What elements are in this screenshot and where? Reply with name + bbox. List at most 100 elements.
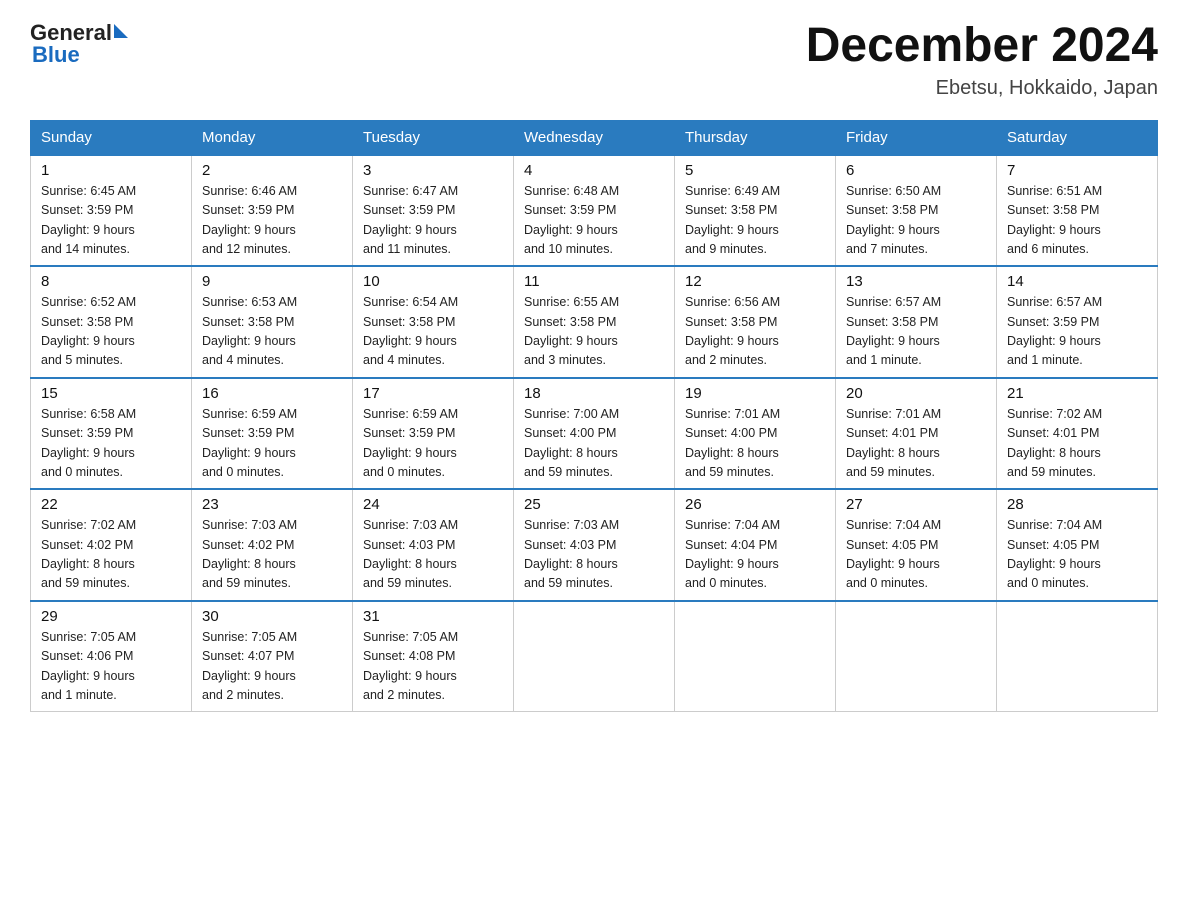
day-number: 25 <box>524 496 664 513</box>
header-monday: Monday <box>192 120 353 155</box>
day-number: 14 <box>1007 273 1147 290</box>
calendar-day-cell: 23 Sunrise: 7:03 AMSunset: 4:02 PMDayligh… <box>192 489 353 601</box>
day-number: 24 <box>363 496 503 513</box>
calendar-day-cell: 4Sunrise: 6:48 AMSunset: 3:59 PMDaylight… <box>514 155 675 267</box>
day-number: 7 <box>1007 162 1147 179</box>
calendar-day-cell: 6 Sunrise: 6:50 AMSunset: 3:58 PMDaylight… <box>836 155 997 267</box>
day-number: 23 <box>202 496 342 513</box>
day-number: 16 <box>202 385 342 402</box>
day-number: 31 <box>363 608 503 625</box>
day-number: 17 <box>363 385 503 402</box>
day-info: Sunrise: 7:03 AMSunset: 4:03 PMDaylight:… <box>363 516 503 594</box>
month-title: December 2024 <box>806 20 1158 73</box>
day-info: Sunrise: 6:59 AMSunset: 3:59 PMDaylight:… <box>202 405 342 483</box>
header-sunday: Sunday <box>31 120 192 155</box>
day-info: Sunrise: 7:04 AMSunset: 4:05 PMDaylight:… <box>846 516 986 594</box>
title-area: December 2024 Ebetsu, Hokkaido, Japan <box>806 20 1158 100</box>
calendar-day-cell: 19Sunrise: 7:01 AMSunset: 4:00 PMDayligh… <box>675 378 836 490</box>
day-number: 1 <box>41 162 181 179</box>
day-info: Sunrise: 7:02 AMSunset: 4:01 PMDaylight:… <box>1007 405 1147 483</box>
day-info: Sunrise: 6:58 AMSunset: 3:59 PMDaylight:… <box>41 405 181 483</box>
day-info: Sunrise: 6:56 AMSunset: 3:58 PMDaylight:… <box>685 293 825 371</box>
day-number: 29 <box>41 608 181 625</box>
day-info: Sunrise: 6:54 AMSunset: 3:58 PMDaylight:… <box>363 293 503 371</box>
day-info: Sunrise: 7:03 AMSunset: 4:03 PMDaylight:… <box>524 516 664 594</box>
day-number: 20 <box>846 385 986 402</box>
calendar-day-cell: 17Sunrise: 6:59 AMSunset: 3:59 PMDayligh… <box>353 378 514 490</box>
day-info: Sunrise: 6:50 AMSunset: 3:58 PMDaylight:… <box>846 182 986 260</box>
logo-triangle-icon <box>114 24 128 38</box>
calendar-empty-cell <box>514 601 675 712</box>
calendar-day-cell: 5 Sunrise: 6:49 AMSunset: 3:58 PMDaylight… <box>675 155 836 267</box>
day-info: Sunrise: 7:02 AMSunset: 4:02 PMDaylight:… <box>41 516 181 594</box>
calendar-day-cell: 29 Sunrise: 7:05 AMSunset: 4:06 PMDayligh… <box>31 601 192 712</box>
day-info: Sunrise: 7:01 AMSunset: 4:01 PMDaylight:… <box>846 405 986 483</box>
calendar-week-row: 15 Sunrise: 6:58 AMSunset: 3:59 PMDayligh… <box>31 378 1158 490</box>
calendar-day-cell: 13 Sunrise: 6:57 AMSunset: 3:58 PMDayligh… <box>836 266 997 378</box>
calendar-week-row: 8 Sunrise: 6:52 AMSunset: 3:58 PMDaylight… <box>31 266 1158 378</box>
day-number: 5 <box>685 162 825 179</box>
day-number: 4 <box>524 162 664 179</box>
day-info: Sunrise: 6:51 AMSunset: 3:58 PMDaylight:… <box>1007 182 1147 260</box>
day-info: Sunrise: 7:05 AMSunset: 4:06 PMDaylight:… <box>41 628 181 706</box>
calendar-day-cell: 27 Sunrise: 7:04 AMSunset: 4:05 PMDayligh… <box>836 489 997 601</box>
logo-blue: Blue <box>32 42 80 68</box>
day-info: Sunrise: 7:04 AMSunset: 4:04 PMDaylight:… <box>685 516 825 594</box>
day-info: Sunrise: 6:46 AMSunset: 3:59 PMDaylight:… <box>202 182 342 260</box>
location-subtitle: Ebetsu, Hokkaido, Japan <box>806 77 1158 100</box>
day-info: Sunrise: 6:53 AMSunset: 3:58 PMDaylight:… <box>202 293 342 371</box>
calendar-day-cell: 20 Sunrise: 7:01 AMSunset: 4:01 PMDayligh… <box>836 378 997 490</box>
day-number: 13 <box>846 273 986 290</box>
header-saturday: Saturday <box>997 120 1158 155</box>
day-info: Sunrise: 6:45 AMSunset: 3:59 PMDaylight:… <box>41 182 181 260</box>
calendar-day-cell: 12 Sunrise: 6:56 AMSunset: 3:58 PMDayligh… <box>675 266 836 378</box>
day-number: 27 <box>846 496 986 513</box>
day-info: Sunrise: 7:05 AMSunset: 4:08 PMDaylight:… <box>363 628 503 706</box>
calendar-table: SundayMondayTuesdayWednesdayThursdayFrid… <box>30 120 1158 713</box>
calendar-day-cell: 10Sunrise: 6:54 AMSunset: 3:58 PMDayligh… <box>353 266 514 378</box>
calendar-week-row: 1 Sunrise: 6:45 AMSunset: 3:59 PMDaylight… <box>31 155 1158 267</box>
day-number: 15 <box>41 385 181 402</box>
calendar-empty-cell <box>675 601 836 712</box>
day-info: Sunrise: 6:52 AMSunset: 3:58 PMDaylight:… <box>41 293 181 371</box>
calendar-week-row: 22 Sunrise: 7:02 AMSunset: 4:02 PMDayligh… <box>31 489 1158 601</box>
day-info: Sunrise: 6:49 AMSunset: 3:58 PMDaylight:… <box>685 182 825 260</box>
header-thursday: Thursday <box>675 120 836 155</box>
calendar-day-cell: 8 Sunrise: 6:52 AMSunset: 3:58 PMDaylight… <box>31 266 192 378</box>
calendar-day-cell: 30Sunrise: 7:05 AMSunset: 4:07 PMDayligh… <box>192 601 353 712</box>
day-number: 2 <box>202 162 342 179</box>
calendar-day-cell: 24 Sunrise: 7:03 AMSunset: 4:03 PMDayligh… <box>353 489 514 601</box>
page-header: General Blue December 2024 Ebetsu, Hokka… <box>30 20 1158 100</box>
day-info: Sunrise: 7:00 AMSunset: 4:00 PMDaylight:… <box>524 405 664 483</box>
calendar-day-cell: 16 Sunrise: 6:59 AMSunset: 3:59 PMDayligh… <box>192 378 353 490</box>
day-number: 8 <box>41 273 181 290</box>
day-info: Sunrise: 7:04 AMSunset: 4:05 PMDaylight:… <box>1007 516 1147 594</box>
day-number: 6 <box>846 162 986 179</box>
day-number: 18 <box>524 385 664 402</box>
header-friday: Friday <box>836 120 997 155</box>
day-info: Sunrise: 6:47 AMSunset: 3:59 PMDaylight:… <box>363 182 503 260</box>
day-number: 21 <box>1007 385 1147 402</box>
day-info: Sunrise: 7:03 AMSunset: 4:02 PMDaylight:… <box>202 516 342 594</box>
day-number: 12 <box>685 273 825 290</box>
day-info: Sunrise: 7:01 AMSunset: 4:00 PMDaylight:… <box>685 405 825 483</box>
calendar-day-cell: 1 Sunrise: 6:45 AMSunset: 3:59 PMDaylight… <box>31 155 192 267</box>
calendar-day-cell: 28Sunrise: 7:04 AMSunset: 4:05 PMDayligh… <box>997 489 1158 601</box>
day-number: 22 <box>41 496 181 513</box>
logo: General Blue <box>30 20 128 68</box>
calendar-day-cell: 31 Sunrise: 7:05 AMSunset: 4:08 PMDayligh… <box>353 601 514 712</box>
calendar-day-cell: 21 Sunrise: 7:02 AMSunset: 4:01 PMDayligh… <box>997 378 1158 490</box>
calendar-day-cell: 2 Sunrise: 6:46 AMSunset: 3:59 PMDaylight… <box>192 155 353 267</box>
day-number: 11 <box>524 273 664 290</box>
calendar-day-cell: 15 Sunrise: 6:58 AMSunset: 3:59 PMDayligh… <box>31 378 192 490</box>
day-number: 30 <box>202 608 342 625</box>
calendar-day-cell: 11Sunrise: 6:55 AMSunset: 3:58 PMDayligh… <box>514 266 675 378</box>
calendar-day-cell: 14 Sunrise: 6:57 AMSunset: 3:59 PMDayligh… <box>997 266 1158 378</box>
day-info: Sunrise: 6:57 AMSunset: 3:59 PMDaylight:… <box>1007 293 1147 371</box>
calendar-day-cell: 26Sunrise: 7:04 AMSunset: 4:04 PMDayligh… <box>675 489 836 601</box>
calendar-week-row: 29 Sunrise: 7:05 AMSunset: 4:06 PMDayligh… <box>31 601 1158 712</box>
calendar-day-cell: 7 Sunrise: 6:51 AMSunset: 3:58 PMDaylight… <box>997 155 1158 267</box>
calendar-day-cell: 9Sunrise: 6:53 AMSunset: 3:58 PMDaylight… <box>192 266 353 378</box>
day-info: Sunrise: 6:57 AMSunset: 3:58 PMDaylight:… <box>846 293 986 371</box>
calendar-day-cell: 25 Sunrise: 7:03 AMSunset: 4:03 PMDayligh… <box>514 489 675 601</box>
